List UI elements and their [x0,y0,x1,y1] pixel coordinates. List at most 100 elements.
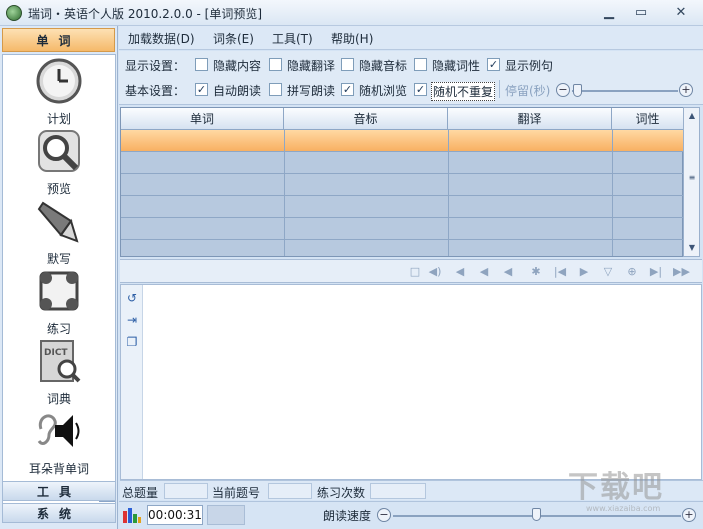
watermark: 下载吧 www.xiazaiba.com [568,462,700,514]
restore-button[interactable]: ▭ [630,4,652,22]
table-row[interactable] [121,152,684,174]
basic-settings-label: 基本设置： [125,84,186,98]
display-settings-row: 显示设置： 隐藏内容 隐藏翻译 隐藏音标 隐藏词性 ✓ 显示例句 [125,53,695,75]
stay-slider-thumb[interactable] [573,84,582,97]
column-divider [284,130,285,256]
random-no-repeat-checkbox[interactable]: ✓ [414,83,427,96]
speed-slider-thumb[interactable] [532,508,541,521]
auto-read-checkbox[interactable]: ✓ [195,83,208,96]
watermark-url: www.xiazaiba.com [586,504,661,513]
pen-icon [37,201,79,243]
elapsed-time-display: 00:00:31 [147,505,203,525]
forward-icon[interactable]: ▶▶ [673,265,690,279]
hide-phonetic-label: 隐藏音标 [359,59,408,73]
stay-slider-track[interactable] [572,90,678,92]
sidebar-item-ear-words[interactable]: 耳朵背单词 [3,407,115,477]
table-row[interactable] [121,218,684,240]
random-browse-checkbox[interactable]: ✓ [341,83,354,96]
next-icon[interactable]: ⇥ [125,313,139,327]
display-settings-label: 显示设置： [125,59,186,73]
word-grid: 单词 音标 翻译 词性 [120,107,684,257]
hide-phonetic-checkbox[interactable] [341,58,354,71]
sidebar-item-preview[interactable]: 预览 [3,127,115,197]
stop-icon[interactable]: □ [408,265,422,279]
sidebar-item-dictionary[interactable]: DICT 词典 [3,337,115,407]
play-icon[interactable]: ▶ [577,265,591,279]
settings-panel: 显示设置： 隐藏内容 隐藏翻译 隐藏音标 隐藏词性 ✓ 显示例句 基本设置： ✓… [119,51,703,105]
menu-tools[interactable]: 工具(T) [272,30,313,47]
shuffle-icon[interactable]: ✱ [529,265,543,279]
settings-separator [499,80,500,98]
first-icon[interactable]: |◀ [553,265,567,279]
hide-pos-checkbox[interactable] [414,58,427,71]
minimize-button[interactable]: ▁ [598,4,620,22]
sidebar: 单词 计划 预览 默写 练习 DICT 词典 耳朵背单词 工具 系统 [0,26,118,529]
speed-decrease-button[interactable]: − [377,508,391,522]
sidebar-list: 计划 预览 默写 练习 DICT 词典 耳朵背单词 [2,54,116,504]
menu-load-data[interactable]: 加载数据(D) [128,30,195,47]
sidebar-footer-system[interactable]: 系统 [2,503,116,523]
scroll-grip-icon[interactable]: ≡ [686,172,698,184]
column-header-phonetic[interactable]: 音标 [284,108,448,130]
current-number-value [268,483,312,499]
sidebar-item-label: 计划 [46,112,71,126]
stay-decrease-button[interactable]: − [556,83,570,97]
spell-read-checkbox[interactable] [269,83,282,96]
player-toolbar: □ ◀) ◀ ◀ ◀ ✱ |◀ ▶ ▽ ⊕ ▶| ▶▶ [120,259,702,283]
menu-help[interactable]: 帮助(H) [331,30,373,47]
app-logo-icon [6,5,22,21]
copy-icon[interactable]: ❐ [125,335,139,349]
last-icon[interactable]: ▶| [649,265,663,279]
column-header-translation[interactable]: 翻译 [448,108,612,130]
menu-entries[interactable]: 词条(E) [213,30,254,47]
hide-content-checkbox[interactable] [195,58,208,71]
show-examples-label: 显示例句 [505,59,554,73]
table-row[interactable] [121,130,684,152]
auto-read-label: 自动朗读 [213,84,262,98]
sidebar-footer-tools[interactable]: 工具 [2,481,116,501]
column-header-pos[interactable]: 词性 [612,108,684,130]
sidebar-header-words[interactable]: 单词 [2,28,115,52]
practice-count-value [370,483,426,499]
close-button[interactable]: ✕ [670,4,692,22]
window-title: 瑞词・英语个人版 2010.2.0.0 - [单词预览] [28,7,263,21]
flag-icon[interactable]: ▽ [601,265,615,279]
stay-seconds-label: 停留(秒) [505,84,551,98]
column-divider [612,130,613,256]
grid-vertical-scrollbar[interactable]: ▲ ≡ ▼ [683,107,700,257]
editor-toolbar: ↺ ⇥ ❐ [121,285,143,479]
title-bar: 瑞词・英语个人版 2010.2.0.0 - [单词预览] ▁ ▭ ✕ [0,0,703,26]
scroll-up-icon[interactable]: ▲ [686,110,698,122]
menu-bar: 加载数据(D) 词条(E) 工具(T) 帮助(H) [119,26,703,50]
play-sound-icon[interactable]: ◀) [428,265,442,279]
hide-content-label: 隐藏内容 [213,59,262,73]
example-editor[interactable]: ↺ ⇥ ❐ [120,284,702,480]
sidebar-item-label: 默写 [46,252,71,266]
current-number-label: 当前题号 [212,486,261,500]
hide-translation-label: 隐藏翻译 [287,59,336,73]
sound-mid-icon[interactable]: ◀ [477,265,491,279]
stay-increase-button[interactable]: + [679,83,693,97]
show-examples-checkbox[interactable]: ✓ [487,58,500,71]
svg-text:DICT: DICT [44,348,68,358]
sidebar-item-label: 词典 [46,392,71,406]
random-browse-label: 随机浏览 [359,84,408,98]
basic-settings-row: 基本设置： ✓ 自动朗读 拼写朗读 ✓ 随机浏览 ✓ 随机不重复 停留(秒) −… [125,78,695,101]
sidebar-item-label: 预览 [46,182,71,196]
scroll-down-icon[interactable]: ▼ [686,242,698,254]
watermark-text: 下载吧 [568,470,664,505]
sidebar-item-practice[interactable]: 练习 [3,267,115,337]
table-row[interactable] [121,174,684,196]
sidebar-item-plan[interactable]: 计划 [3,57,115,127]
total-count-value [164,483,208,499]
refresh-icon[interactable]: ↺ [125,291,139,305]
loop-icon[interactable]: ⊕ [625,265,639,279]
table-row[interactable] [121,196,684,218]
hide-translation-checkbox[interactable] [269,58,282,71]
sidebar-item-label: 练习 [46,322,71,336]
dictionary-icon: DICT [40,340,81,383]
column-header-word[interactable]: 单词 [121,108,284,130]
sidebar-item-dictation[interactable]: 默写 [3,197,115,267]
sound-low-icon[interactable]: ◀ [453,265,467,279]
sound-high-icon[interactable]: ◀ [501,265,515,279]
